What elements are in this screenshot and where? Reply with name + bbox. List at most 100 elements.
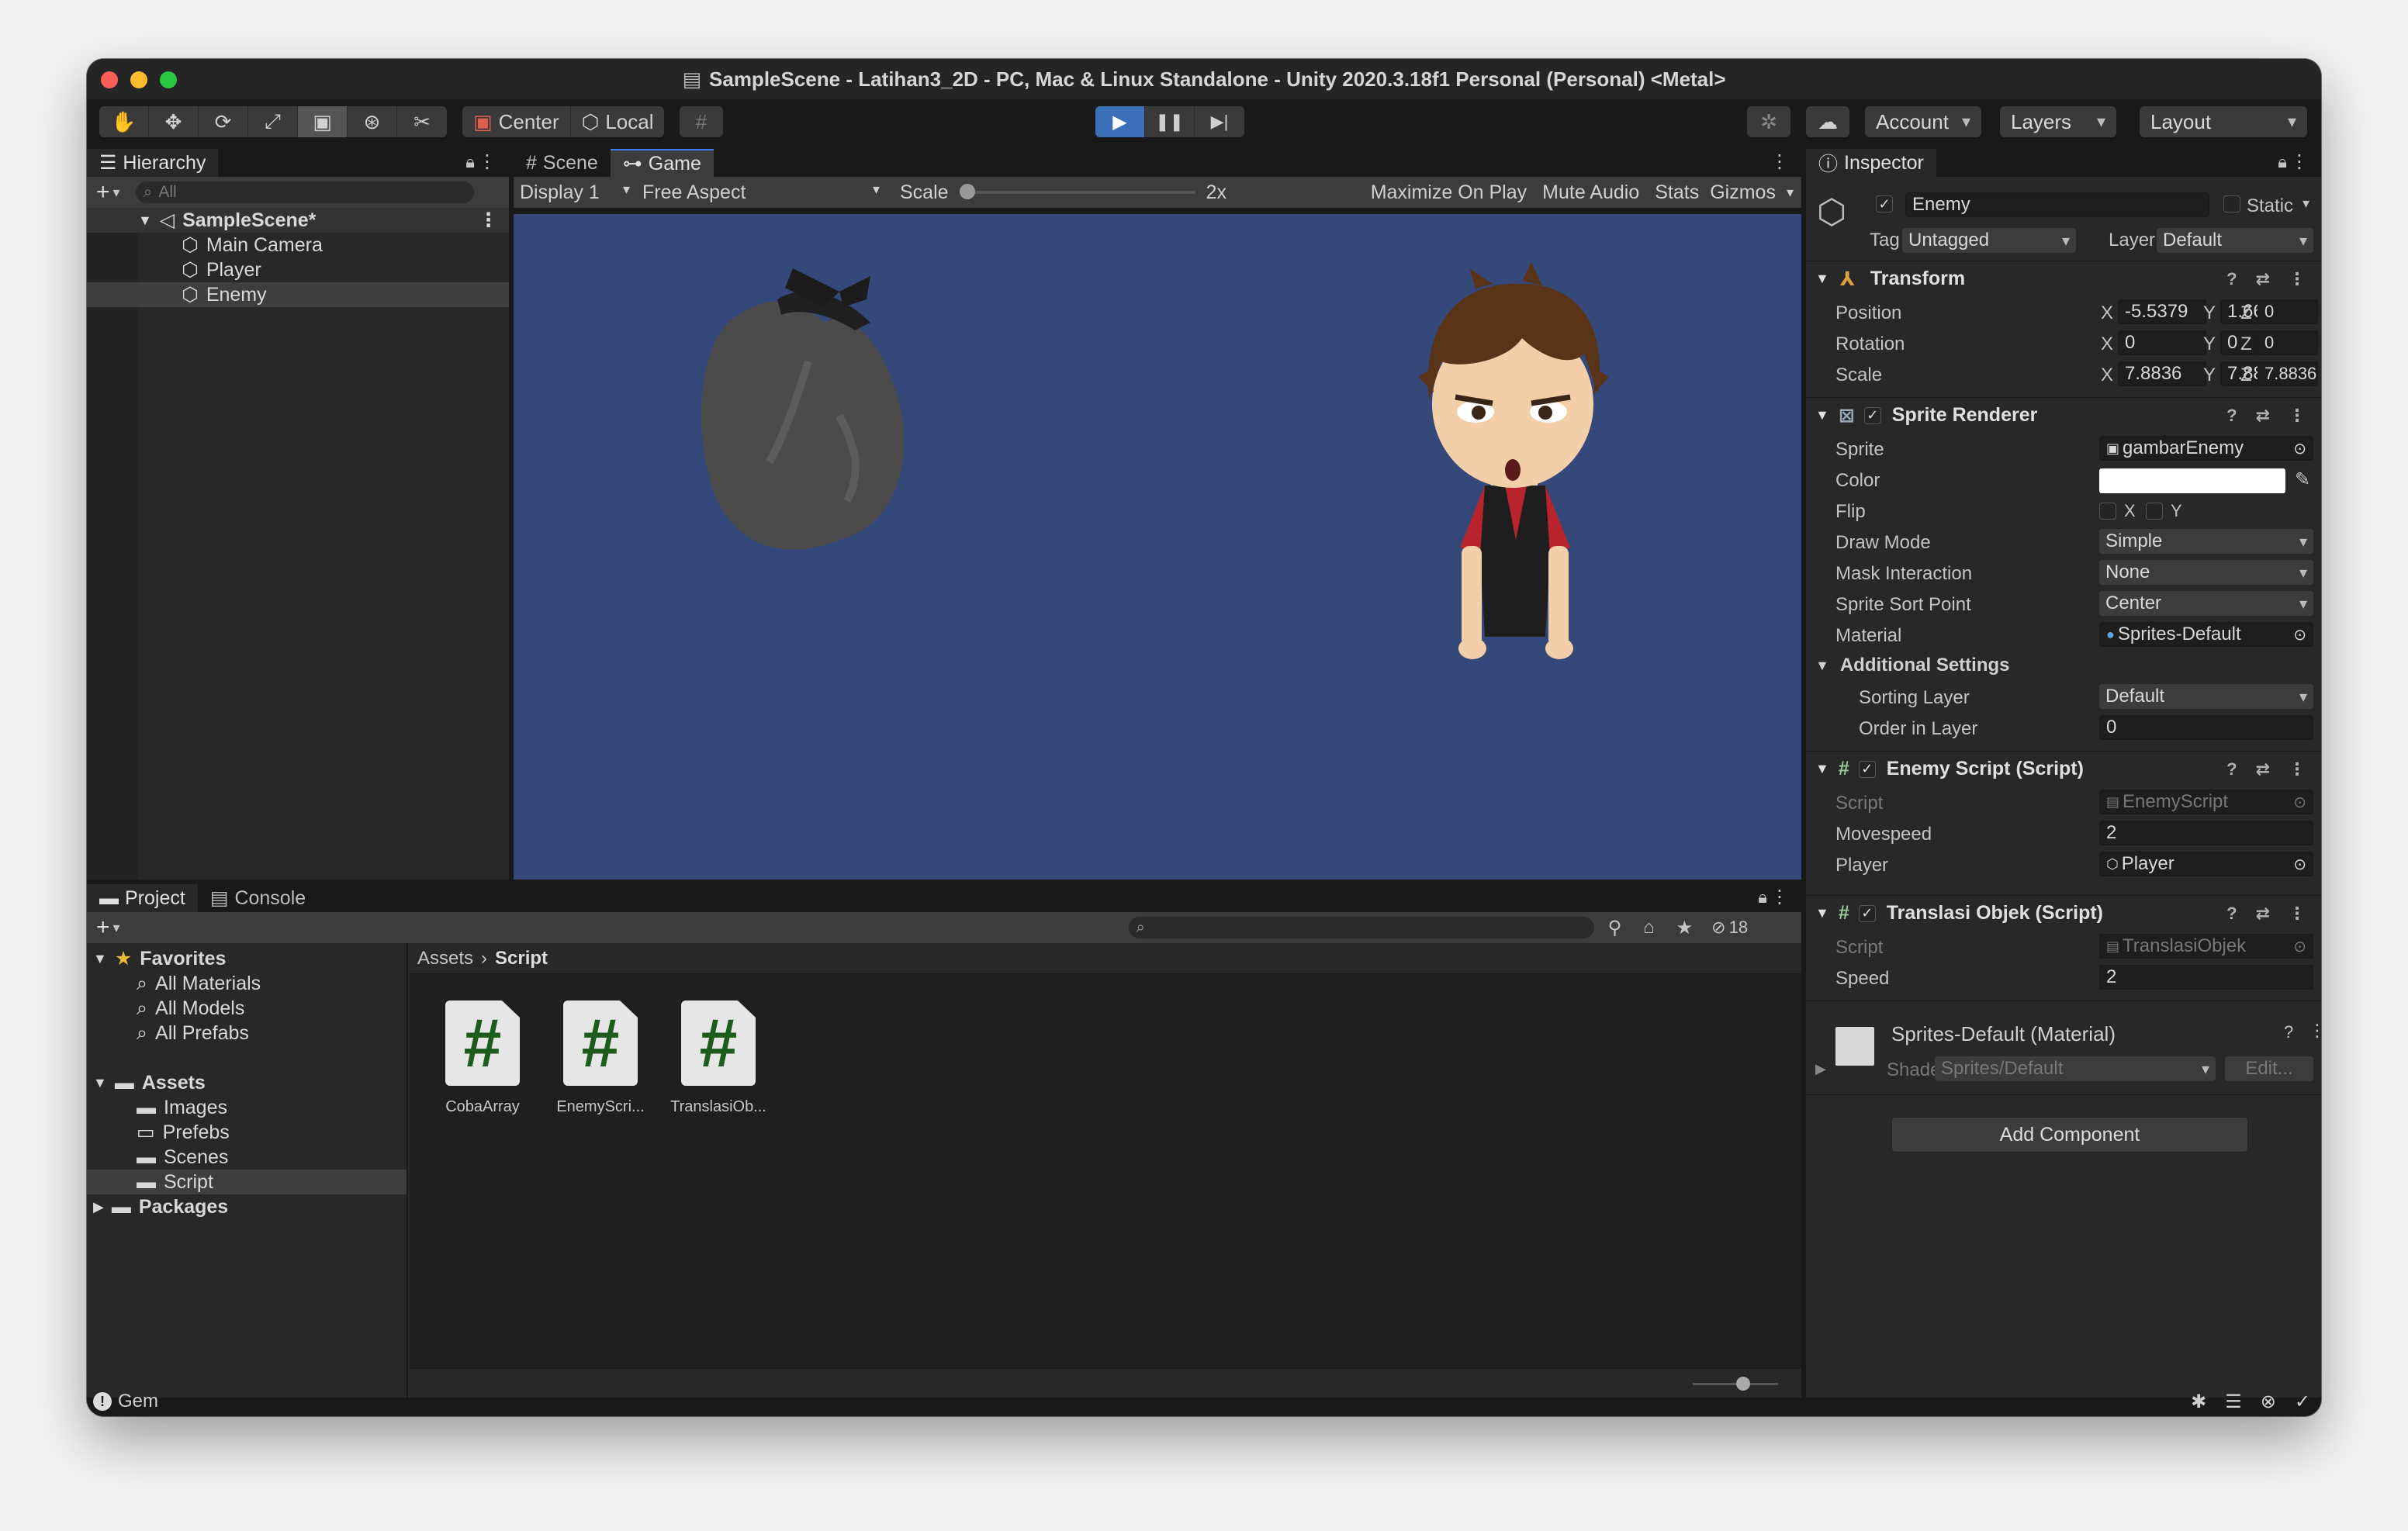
expand-arrow-icon[interactable]: ▼ [1815,271,1829,287]
order-in-layer-field[interactable]: 0 [2099,715,2313,740]
layer-dropdown[interactable]: Default [2157,228,2313,253]
sprite-sort-point-dropdown[interactable]: Center [2099,591,2313,616]
hierarchy-item-enemy[interactable]: ⬡ Enemy [182,282,267,307]
grid-snap-icon[interactable]: # [680,106,723,137]
speed-field[interactable]: 2 [2099,965,2313,990]
scale-z-field[interactable]: 7.8836 [2258,361,2318,386]
more-menu-icon[interactable]: ⋮ [2289,759,2306,779]
sprite-renderer-enabled-checkbox[interactable]: ✓ [1863,406,1881,424]
rotation-z-field[interactable]: 0 [2258,330,2318,355]
object-picker-icon[interactable]: ⊙ [2293,439,2306,458]
help-icon[interactable]: ? [2226,904,2237,924]
enemy-script-header[interactable]: ▼ # ✓ Enemy Script (Script) ? ⇄ ⋮ [1806,751,2321,786]
tab-scene[interactable]: # Scene [514,149,611,177]
transform-tool-icon[interactable]: ⊛ [348,106,397,137]
flip-y-checkbox[interactable] [2146,503,2163,520]
play-button[interactable]: ▶ [1095,106,1145,137]
tab-console[interactable]: ▤ Console [198,884,318,912]
lock-icon[interactable]: 🔒︎ [2278,152,2287,172]
material-field[interactable]: ● Sprites-Default ⊙ [2099,622,2313,647]
help-icon[interactable]: ? [2226,269,2237,289]
create-plus-icon[interactable]: + [96,179,110,206]
favorite-item-all-models[interactable]: ⌕ All Models [137,996,244,1021]
more-menu-icon[interactable]: ⋮ [2290,150,2309,173]
tab-project[interactable]: ▬ Project [87,884,198,912]
cloud-icon[interactable]: ☁ [1806,106,1849,137]
zoom-window-button[interactable] [160,71,177,88]
chevron-down-icon[interactable]: ▾ [2302,195,2309,212]
help-icon[interactable]: ? [2284,1022,2293,1042]
sprite-field[interactable]: ▣ gambarEnemy ⊙ [2099,436,2313,461]
aspect-dropdown[interactable]: Free Aspect ▾ [636,181,889,204]
tab-hierarchy[interactable]: ☰ Hierarchy [87,149,219,177]
check-icon[interactable]: ✓ [2295,1391,2310,1413]
preset-icon[interactable]: ⇄ [2256,406,2270,426]
maximize-on-play-toggle[interactable]: Maximize On Play [1363,181,1534,204]
status-message[interactable]: Gem [118,1391,158,1412]
chevron-down-icon[interactable]: ▾ [113,920,120,936]
flip-x-checkbox[interactable] [2099,503,2116,520]
more-menu-icon[interactable]: ⋮ [1770,886,1789,908]
hierarchy-item-main-camera[interactable]: ⬡ Main Camera [182,233,323,257]
hidden-packages-icon[interactable]: ⊘ [1711,918,1725,938]
color-swatch[interactable] [2099,468,2285,493]
more-menu-icon[interactable]: ⋮ [1770,150,1789,173]
tab-game[interactable]: ⊶ Game [610,149,714,177]
position-z-field[interactable]: 0 [2258,299,2318,324]
position-x-field[interactable]: -5.5379 [2118,299,2206,324]
add-component-button[interactable]: Add Component [1891,1117,2248,1153]
expand-arrow-icon[interactable]: ▼ [138,213,152,229]
more-menu-icon[interactable]: ⋮ [2289,904,2306,924]
translasi-objek-header[interactable]: ▼ # ✓ Translasi Objek (Script) ? ⇄ ⋮ [1806,895,2321,931]
transform-header[interactable]: ▼ ⅄ Transform ? ⇄ ⋮ [1806,261,2321,296]
sorting-layer-dropdown[interactable]: Default [2099,684,2313,709]
scene-row[interactable]: ▼ ◁ SampleScene* ⋮ [138,208,503,233]
draw-mode-dropdown[interactable]: Simple [2099,529,2313,554]
movespeed-field[interactable]: 2 [2099,821,2313,845]
static-checkbox[interactable] [2223,195,2240,213]
layers-dropdown[interactable]: Layers [2000,106,2116,137]
icon-size-slider[interactable] [1693,1377,1778,1391]
project-search-input[interactable]: ⌕ [1128,917,1594,938]
sprite-renderer-header[interactable]: ▼ ⊠ ✓ Sprite Renderer ? ⇄ ⋮ [1806,397,2321,433]
favorites-folder[interactable]: ▼ ★ Favorites [93,946,226,971]
mute-audio-toggle[interactable]: Mute Audio [1534,181,1647,204]
folder-item-script[interactable]: ▬ Script [137,1170,213,1194]
asset-file-enemyscript[interactable]: # EnemyScri... [556,1001,645,1116]
breadcrumb-item-script[interactable]: Script [495,948,548,969]
gizmos-toggle[interactable]: Gizmos [1707,181,1779,204]
additional-settings-foldout[interactable]: ▼ Additional Settings [1815,655,2010,676]
object-picker-icon[interactable]: ⊙ [2293,625,2306,645]
preset-icon[interactable]: ⇄ [2256,759,2270,779]
step-button[interactable]: ▶| [1195,106,1244,137]
expand-arrow-icon[interactable]: ▼ [93,951,107,967]
pause-button[interactable]: ❚❚ [1145,106,1195,137]
expand-arrow-icon[interactable]: ▼ [1815,905,1829,921]
enemy-script-enabled-checkbox[interactable]: ✓ [1858,760,1876,778]
debug-icon[interactable]: ✱ [2191,1391,2206,1413]
folder-item-prefebs[interactable]: ▭ Prefebs [137,1120,230,1145]
preset-icon[interactable]: ⇄ [2256,269,2270,289]
scene-menu-icon[interactable]: ⋮ [479,209,498,232]
expand-arrow-icon[interactable]: ▼ [1815,761,1829,777]
more-menu-icon[interactable]: ⋮ [2289,406,2306,426]
scale-x-field[interactable]: 7.8836 [2118,361,2206,386]
move-tool-icon[interactable]: ✥ [149,106,199,137]
expand-arrow-icon[interactable]: ▼ [1815,407,1829,423]
settings-icon[interactable]: ✲ [1747,106,1790,137]
player-field[interactable]: ⬡ Player ⊙ [2099,852,2313,876]
tab-inspector[interactable]: ⓘ Inspector [1806,149,1936,177]
more-menu-icon[interactable]: ⋮ [2309,1021,2321,1041]
expand-arrow-icon[interactable]: ▼ [93,1075,107,1091]
active-checkbox[interactable]: ✓ [1876,195,1893,213]
favorite-item-all-prefabs[interactable]: ⌕ All Prefabs [137,1021,249,1045]
scale-slider-thumb[interactable] [959,184,975,199]
mask-interaction-dropdown[interactable]: None [2099,560,2313,585]
custom-tool-icon[interactable]: ✂ [397,106,447,137]
packages-folder[interactable]: ▶ ▬ Packages [93,1194,228,1219]
display-dropdown[interactable]: Display 1 ▾ [514,181,636,204]
scale-slider[interactable] [959,184,1195,199]
layout-dropdown[interactable]: Layout [2140,106,2307,137]
rotation-x-field[interactable]: 0 [2118,330,2206,355]
favorite-item-all-materials[interactable]: ⌕ All Materials [137,971,261,996]
